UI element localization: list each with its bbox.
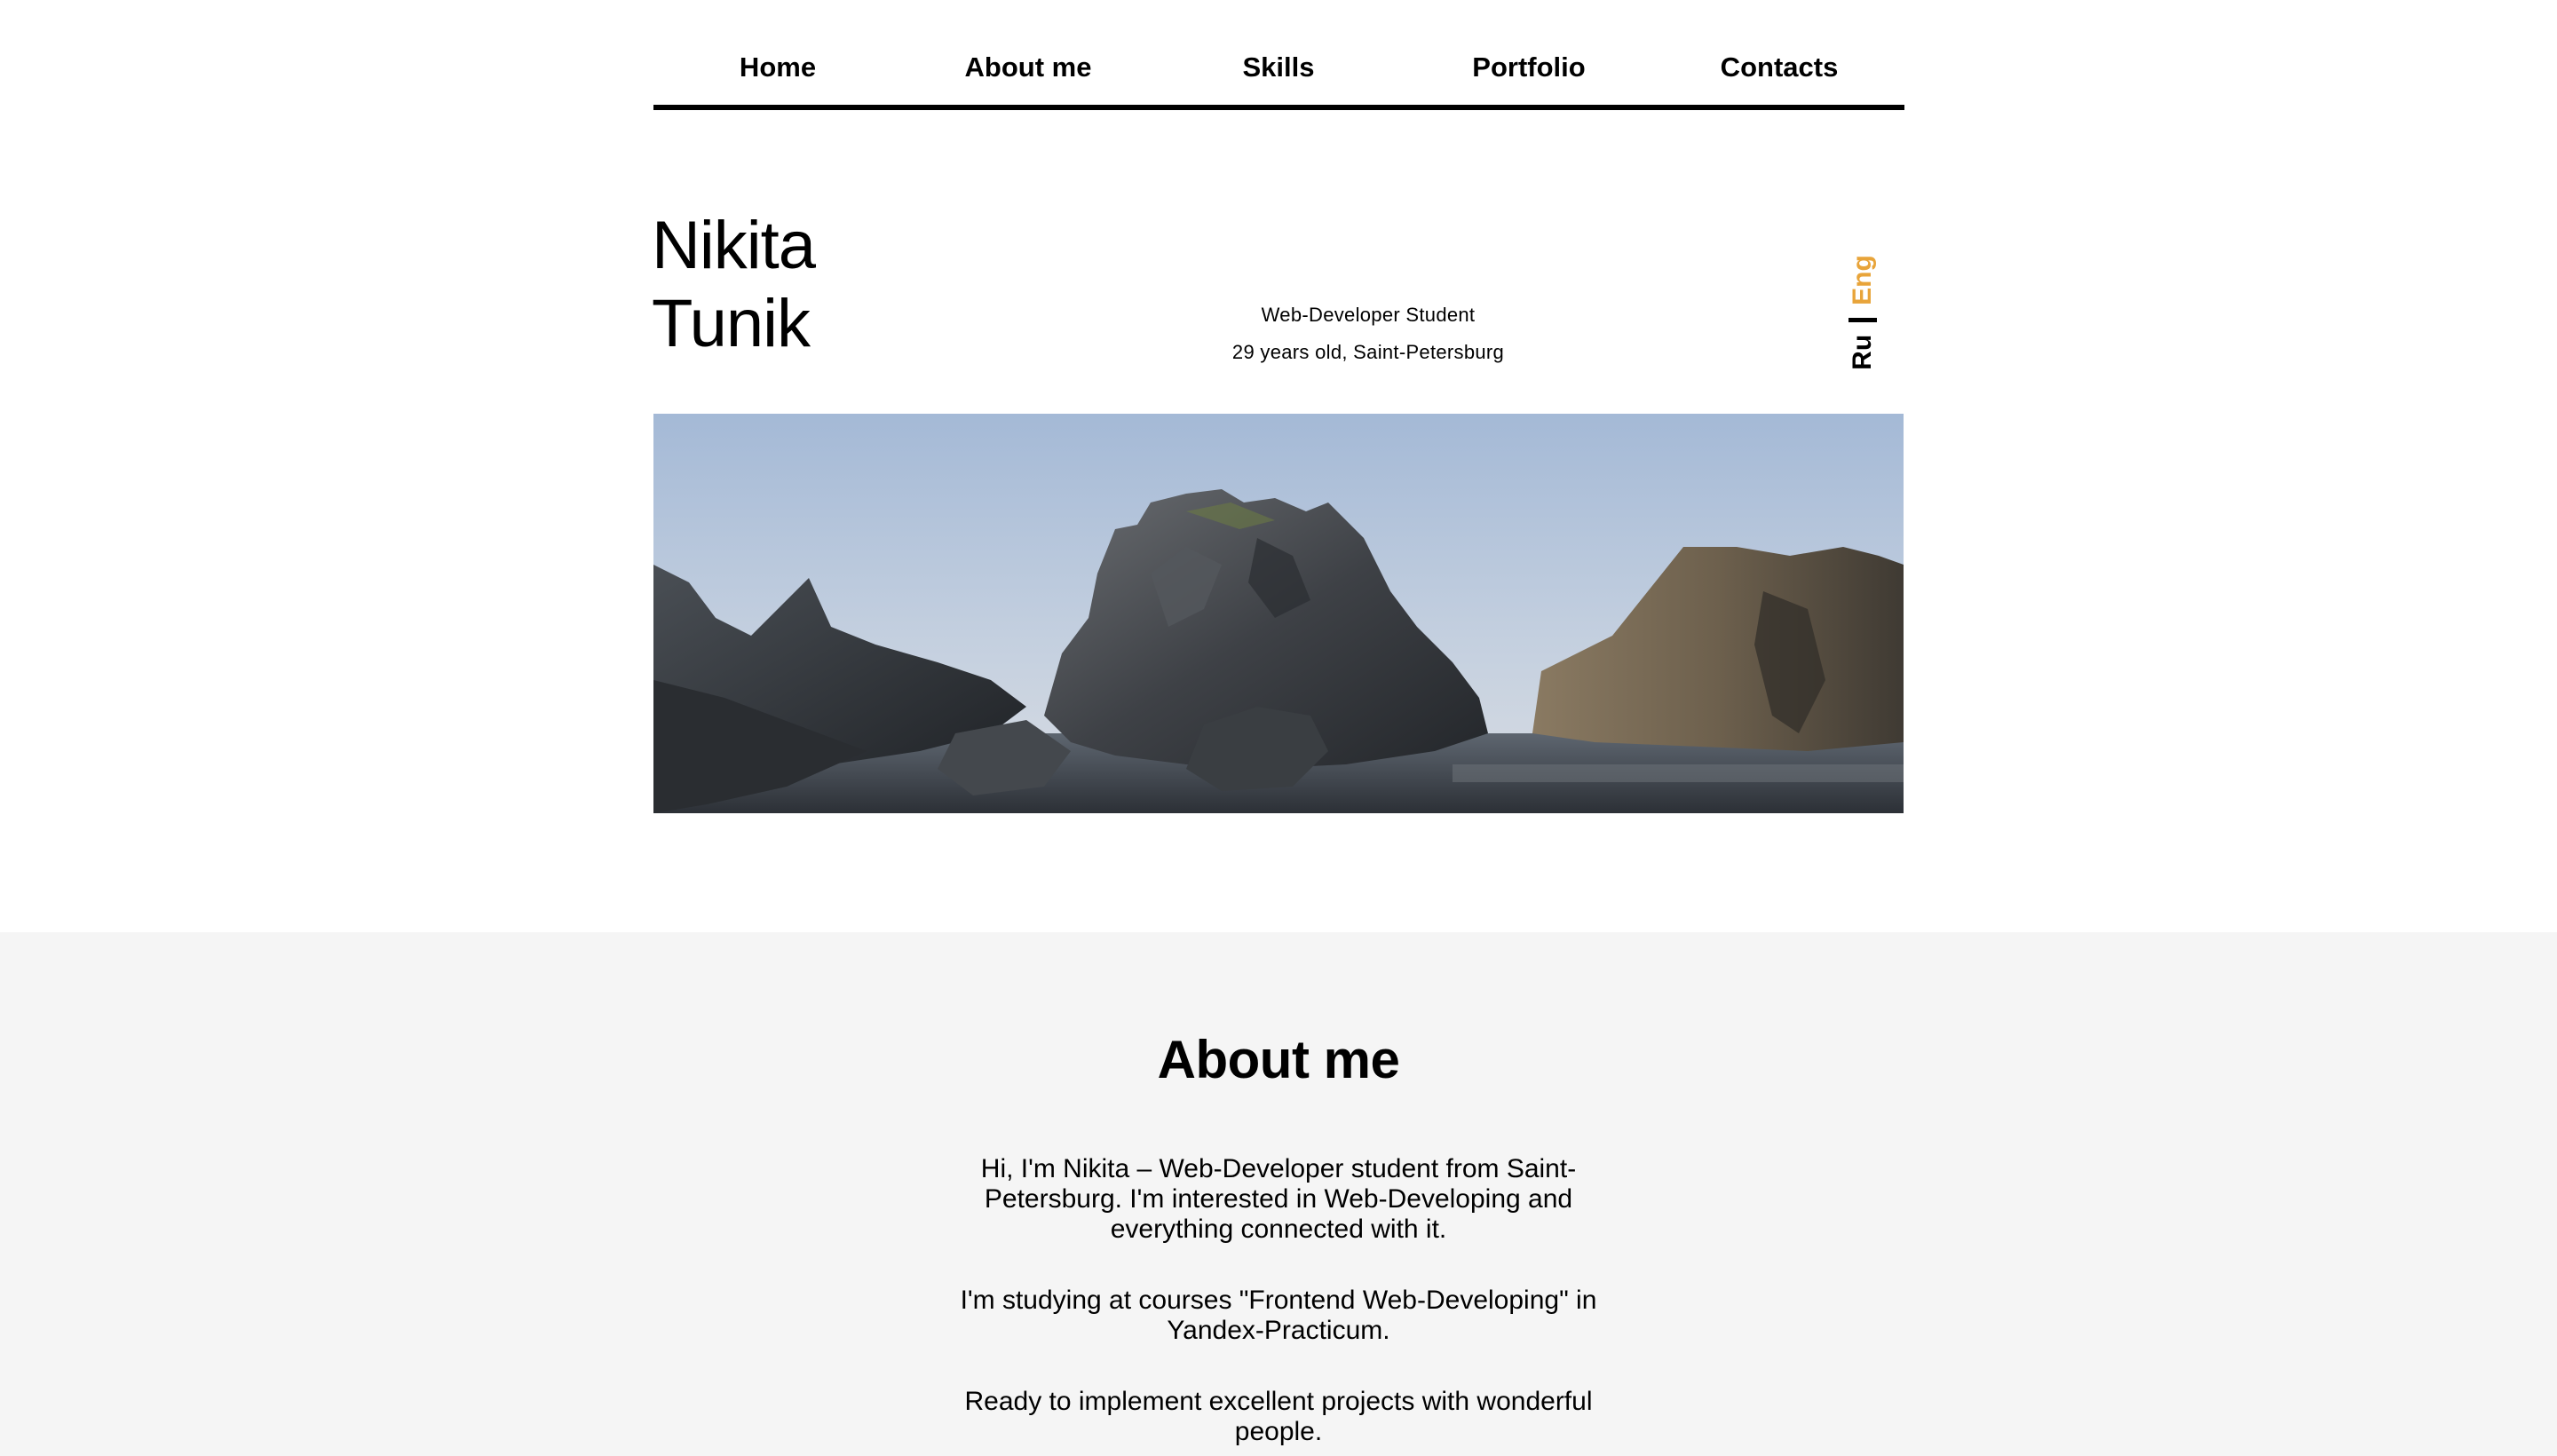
nav-list: Home About me Skills Portfolio Contacts	[653, 0, 1904, 105]
language-divider	[1848, 317, 1877, 322]
language-switcher: Ru Eng	[1836, 250, 1889, 375]
hero-first-name: Nikita	[652, 208, 816, 283]
hero-name: Nikita Tunik	[652, 207, 816, 363]
about-paragraph: Hi, I'm Nikita – Web-Developer student f…	[980, 1154, 1577, 1244]
nav-link-contacts[interactable]: Contacts	[1721, 50, 1839, 85]
hero-details: 29 years old, Saint-Petersburg	[1231, 341, 1505, 363]
about-paragraph: I'm studying at courses "Frontend Web-De…	[960, 1286, 1597, 1345]
nav-link-skills[interactable]: Skills	[1243, 50, 1315, 85]
hero-role: Web-Developer Student	[1261, 304, 1476, 326]
about-section: About me Hi, I'm Nikita – Web-Developer …	[0, 932, 2557, 1456]
rocky-coast-landscape-photo	[653, 414, 1904, 813]
nav-link-about-me[interactable]: About me	[965, 50, 1092, 85]
language-eng-button[interactable]: Eng	[1848, 255, 1878, 305]
portfolio-page: Home About me Skills Portfolio Contacts …	[0, 0, 2557, 1456]
about-text: Hi, I'm Nikita – Web-Developer student f…	[938, 1154, 1619, 1456]
about-paragraph: Ready to implement excellent projects wi…	[964, 1387, 1593, 1446]
main-navigation: Home About me Skills Portfolio Contacts	[653, 0, 1904, 110]
nav-link-home[interactable]: Home	[740, 50, 816, 85]
hero-landscape-image	[653, 414, 1904, 813]
language-ru-button[interactable]: Ru	[1848, 335, 1878, 370]
hero-last-name: Tunik	[652, 286, 811, 361]
about-title: About me	[1157, 1030, 1400, 1089]
nav-link-portfolio[interactable]: Portfolio	[1472, 50, 1585, 85]
hero-info: Web-Developer Student 29 years old, Sain…	[1191, 297, 1546, 371]
